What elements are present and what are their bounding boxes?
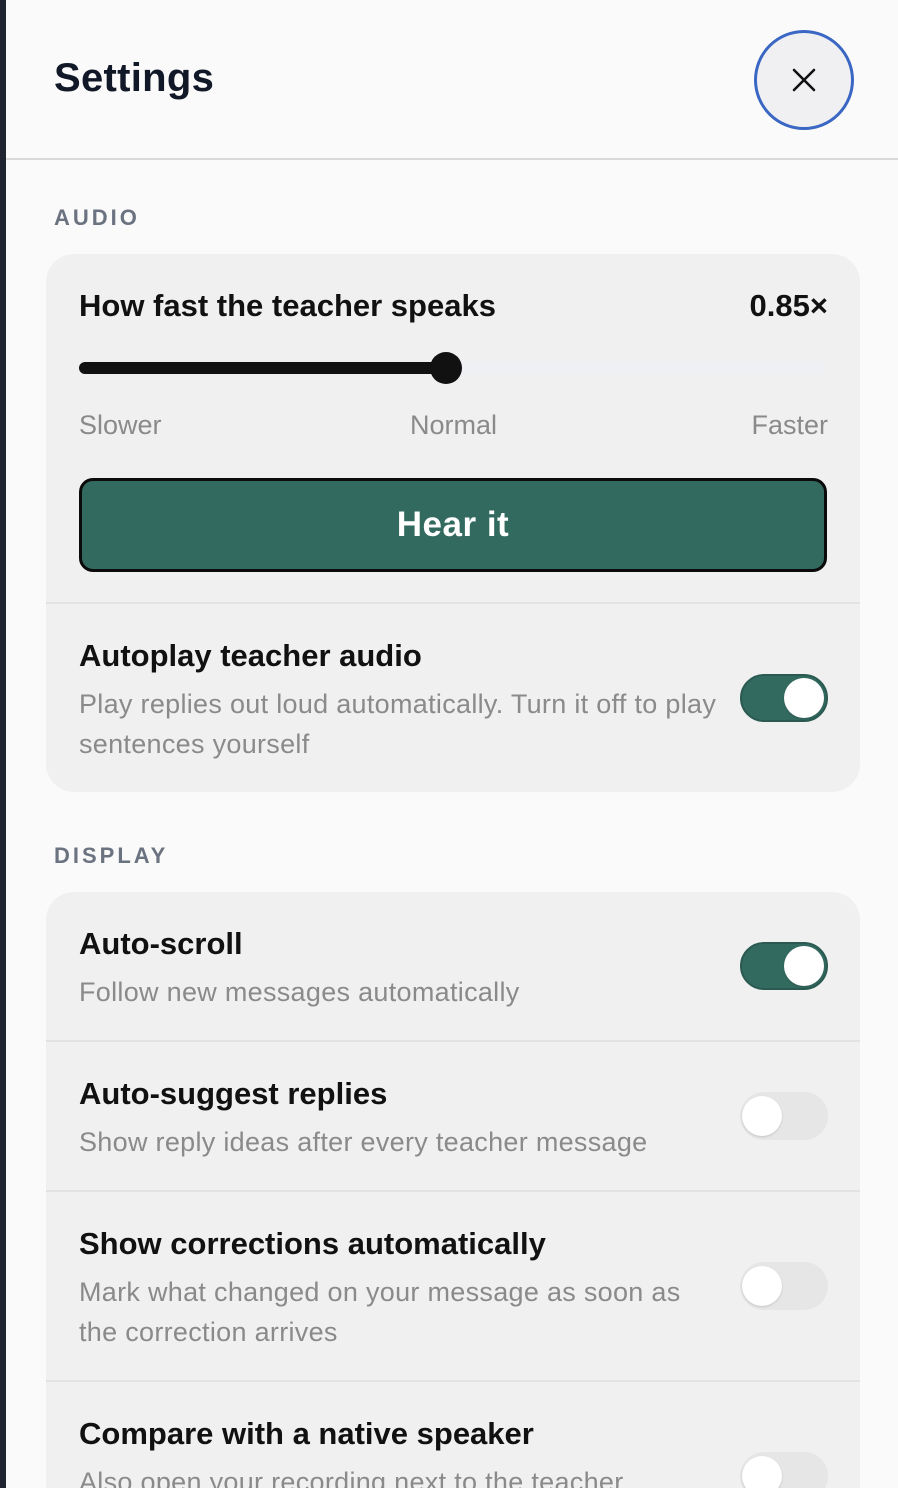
corrections-title: Show corrections automatically	[79, 1226, 546, 1261]
speed-title: How fast the teacher speaks	[79, 288, 496, 323]
toggle-knob	[742, 1096, 782, 1136]
compare-description: Also open your recording next to the tea…	[79, 1467, 624, 1488]
auto-suggest-description: Show reply ideas after every teacher mes…	[79, 1127, 648, 1157]
page-title: Settings	[54, 56, 215, 100]
speed-slider-fill	[79, 362, 446, 374]
auto-suggest-toggle[interactable]	[740, 1092, 828, 1140]
section-label-display: DISPLAY	[54, 843, 169, 868]
speed-row: How fast the teacher speaks 0.85× Slower…	[46, 254, 860, 602]
autoplay-title: Autoplay teacher audio	[79, 638, 422, 673]
auto-suggest-row: Auto-suggest replies Show reply ideas af…	[46, 1042, 860, 1190]
compare-row: Compare with a native speaker Also open …	[46, 1382, 860, 1488]
close-icon	[792, 68, 816, 92]
toggle-knob	[742, 1266, 782, 1306]
auto-scroll-row: Auto-scroll Follow new messages automati…	[46, 892, 860, 1040]
audio-card: How fast the teacher speaks 0.85× Slower…	[46, 254, 860, 792]
auto-scroll-title: Auto-scroll	[79, 926, 243, 961]
corrections-toggle[interactable]	[740, 1262, 828, 1310]
auto-scroll-toggle[interactable]	[740, 942, 828, 990]
compare-title: Compare with a native speaker	[79, 1416, 534, 1451]
toggle-knob	[784, 946, 824, 986]
compare-toggle[interactable]	[740, 1452, 828, 1488]
slider-label-faster: Faster	[751, 410, 828, 440]
settings-header: Settings	[6, 0, 898, 160]
autoplay-description: Play replies out loud automatically. Tur…	[79, 689, 717, 759]
toggle-knob	[784, 678, 824, 718]
autoplay-row: Autoplay teacher audio Play replies out …	[46, 604, 860, 792]
display-card: Auto-scroll Follow new messages automati…	[46, 892, 860, 1488]
auto-suggest-title: Auto-suggest replies	[79, 1076, 388, 1111]
autoplay-toggle[interactable]	[740, 674, 828, 722]
toggle-knob	[742, 1456, 782, 1488]
close-button[interactable]	[754, 30, 854, 130]
speed-value: 0.85×	[749, 288, 828, 323]
corrections-row: Show corrections automatically Mark what…	[46, 1192, 860, 1380]
slider-label-normal: Normal	[410, 410, 498, 440]
auto-scroll-description: Follow new messages automatically	[79, 977, 520, 1007]
slider-label-slower: Slower	[79, 410, 162, 440]
section-label-audio: AUDIO	[54, 205, 140, 230]
settings-panel: Settings AUDIO How fast the teacher spea…	[6, 0, 898, 1488]
hear-it-button[interactable]: Hear it	[79, 478, 827, 572]
corrections-description: Mark what changed on your message as soo…	[79, 1277, 681, 1347]
speed-slider-thumb[interactable]	[429, 352, 462, 384]
speed-slider[interactable]	[79, 352, 827, 384]
